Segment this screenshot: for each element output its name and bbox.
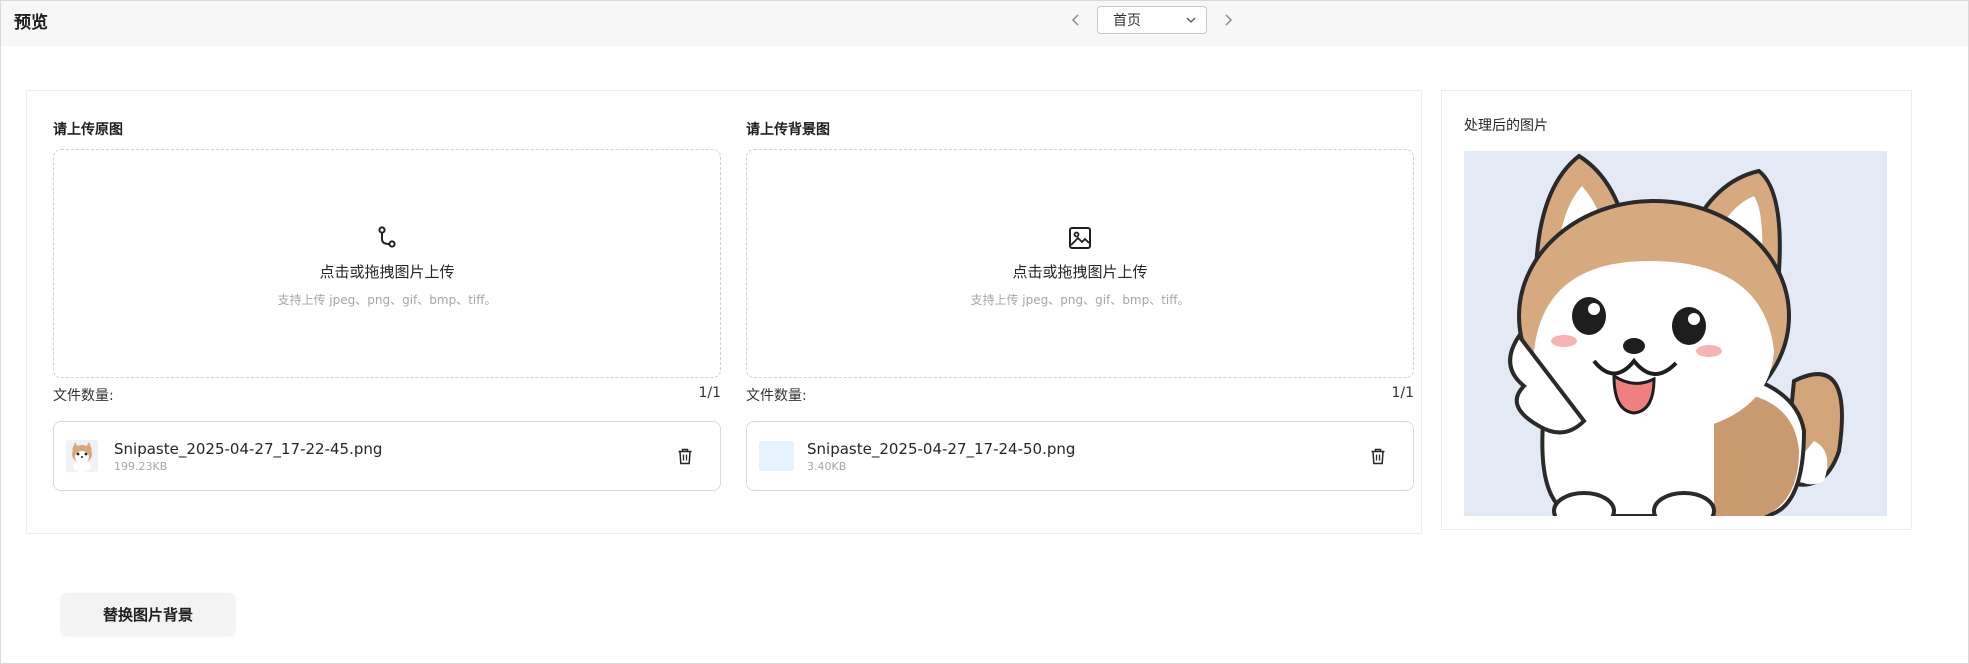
upload-original-file-size: 199.23KB bbox=[114, 459, 168, 473]
upload-background-title: 请上传背景图 bbox=[746, 122, 830, 138]
upload-background-file-name: Snipaste_2025-04-27_17-24-50.png bbox=[807, 439, 1076, 458]
upload-background-count-label: 文件数量: bbox=[746, 388, 807, 404]
page-select[interactable]: 首页 bbox=[1097, 6, 1207, 34]
upload-branch-icon bbox=[378, 226, 396, 248]
upload-background-count-value: 1/1 bbox=[1391, 385, 1414, 401]
upload-original-hint: 支持上传 jpeg、png、gif、bmp、tiff。 bbox=[277, 293, 497, 307]
upload-original-title: 请上传原图 bbox=[53, 122, 123, 138]
replace-background-button[interactable]: 替换图片背景 bbox=[61, 593, 235, 635]
image-icon bbox=[1069, 227, 1091, 249]
upload-original-prompt: 点击或拖拽图片上传 bbox=[319, 263, 455, 281]
upload-original-count-label: 文件数量: bbox=[53, 388, 114, 404]
result-title: 处理后的图片 bbox=[1464, 118, 1548, 134]
background-thumbnail bbox=[759, 441, 794, 471]
page-nav: 首页 bbox=[1067, 6, 1237, 34]
page-select-value: 首页 bbox=[1113, 13, 1141, 29]
upload-background-dropzone[interactable]: 点击或拖拽图片上传 支持上传 jpeg、png、gif、bmp、tiff。 bbox=[746, 149, 1414, 378]
page-title: 预览 bbox=[14, 13, 48, 33]
upload-original-file-item: Snipaste_2025-04-27_17-22-45.png 199.23K… bbox=[53, 421, 721, 491]
upload-background-hint: 支持上传 jpeg、png、gif、bmp、tiff。 bbox=[970, 293, 1190, 307]
upload-background-prompt: 点击或拖拽图片上传 bbox=[1012, 263, 1148, 281]
upload-panel: 请上传原图 点击或拖拽图片上传 支持上传 jpeg、png、gif、bmp、ti… bbox=[26, 90, 1422, 534]
top-bar: 预览 首页 bbox=[1, 1, 1968, 46]
chevron-right-icon[interactable] bbox=[1219, 11, 1237, 29]
upload-original-file-name: Snipaste_2025-04-27_17-22-45.png bbox=[114, 439, 383, 458]
dog-illustration bbox=[1464, 151, 1887, 516]
dog-thumbnail bbox=[66, 440, 98, 472]
upload-background-file-item: Snipaste_2025-04-27_17-24-50.png 3.40KB bbox=[746, 421, 1414, 491]
result-panel: 处理后的图片 bbox=[1441, 90, 1912, 530]
trash-icon[interactable] bbox=[674, 445, 696, 467]
upload-original-count-value: 1/1 bbox=[698, 385, 721, 401]
chevron-down-icon bbox=[1186, 12, 1196, 28]
trash-icon[interactable] bbox=[1367, 445, 1389, 467]
upload-original-dropzone[interactable]: 点击或拖拽图片上传 支持上传 jpeg、png、gif、bmp、tiff。 bbox=[53, 149, 721, 378]
result-image bbox=[1464, 151, 1887, 516]
upload-background-file-size: 3.40KB bbox=[807, 459, 847, 473]
chevron-left-icon[interactable] bbox=[1067, 11, 1085, 29]
